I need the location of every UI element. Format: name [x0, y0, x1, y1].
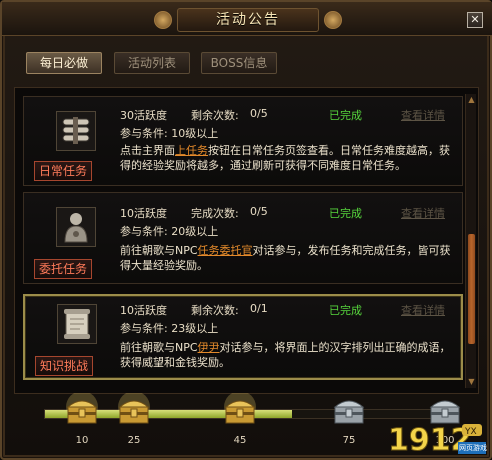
- silver-chest-icon[interactable]: [329, 393, 369, 430]
- task-description: 前往朝歌与NPC伊尹对话参与，将界面上的汉字排列出正确的成语，获得威望和金钱奖励…: [120, 340, 460, 370]
- chest-threshold: 45: [233, 435, 247, 446]
- task-count-label: 剩余次数:: [191, 109, 239, 122]
- desc-text: 点击主界面: [120, 144, 175, 157]
- desc-text: 前往朝歌与NPC: [120, 244, 198, 257]
- scroll-bundle-icon: [56, 111, 96, 151]
- task-condition: 参与条件: 10级以上: [120, 127, 219, 140]
- scroll-icon: [57, 304, 97, 344]
- svg-text:YX: YX: [464, 427, 477, 437]
- task-activity: 10活跃度: [120, 207, 167, 220]
- gold-chest-icon[interactable]: [62, 391, 102, 430]
- armor-bust-icon: [56, 207, 96, 247]
- tab-daily[interactable]: 每日必做: [26, 52, 102, 74]
- task-category: 委托任务: [34, 259, 92, 279]
- task-category: 日常任务: [34, 161, 92, 181]
- site-watermark: 1912 YX 网页游戏: [386, 420, 488, 459]
- chest-threshold: 75: [342, 435, 356, 446]
- title-bar: 活动公告 ✕: [2, 2, 492, 36]
- chest-threshold: 25: [127, 435, 141, 446]
- scrollbar[interactable]: ▲ ▼: [465, 94, 476, 388]
- task-status: 已完成: [329, 109, 362, 122]
- task-description: 前往朝歌与NPC任务委托官对话参与，发布任务和完成任务，皆可获得大量经验奖励。: [120, 243, 460, 273]
- task-count-label: 完成次数:: [191, 207, 239, 220]
- desc-text: 前往朝歌与NPC: [120, 341, 198, 354]
- task-count-value: 0/5: [250, 205, 268, 218]
- chest-threshold: 10: [75, 435, 89, 446]
- view-details-link[interactable]: 查看详情: [401, 107, 445, 123]
- task-condition: 参与条件: 20级以上: [120, 225, 219, 238]
- task-card-daily[interactable]: 日常任务 30活跃度 剩余次数: 0/5 已完成 查看详情 参与条件: 10级以…: [23, 96, 463, 186]
- task-count-value: 0/1: [250, 302, 268, 315]
- gold-chest-icon[interactable]: [220, 391, 260, 430]
- tab-activity-list[interactable]: 活动列表: [114, 52, 190, 74]
- task-count-label: 剩余次数:: [191, 304, 239, 317]
- tab-boss-info[interactable]: BOSS信息: [201, 52, 277, 74]
- scroll-down-icon[interactable]: ▼: [467, 377, 476, 386]
- task-category: 知识挑战: [35, 356, 93, 376]
- gold-chest-icon[interactable]: [114, 391, 154, 430]
- task-status: 已完成: [329, 304, 362, 317]
- task-condition: 参与条件: 23级以上: [120, 322, 219, 335]
- view-details-link[interactable]: 查看详情: [401, 205, 445, 221]
- watermark-sub: 网页游戏: [459, 444, 487, 452]
- task-activity: 30活跃度: [120, 109, 167, 122]
- task-description: 点击主界面上任务按钮在日常任务页签查看。日常任务难度越高，获得的经验奖励将越多，…: [120, 143, 460, 173]
- ornament-icon: [324, 11, 342, 29]
- task-count-value: 0/5: [250, 107, 268, 120]
- activity-window: 活动公告 ✕ 每日必做 活动列表 BOSS信息 日常任务 30活跃度 剩余次数:…: [0, 0, 492, 460]
- task-link[interactable]: 上任务: [175, 144, 208, 157]
- task-card-knowledge[interactable]: 知识挑战 10活跃度 剩余次数: 0/1 已完成 查看详情 参与条件: 23级以…: [23, 294, 463, 380]
- ornament-icon: [154, 11, 172, 29]
- task-activity: 10活跃度: [120, 304, 167, 317]
- close-button[interactable]: ✕: [467, 12, 483, 28]
- scroll-thumb[interactable]: [468, 234, 475, 344]
- task-link[interactable]: 伊尹: [198, 341, 220, 354]
- window-title: 活动公告: [177, 8, 319, 32]
- task-card-commission[interactable]: 委托任务 10活跃度 完成次数: 0/5 已完成 查看详情 参与条件: 20级以…: [23, 192, 463, 284]
- scroll-up-icon[interactable]: ▲: [467, 95, 476, 104]
- view-details-link[interactable]: 查看详情: [401, 302, 445, 318]
- task-link[interactable]: 任务委托官: [198, 244, 253, 257]
- task-status: 已完成: [329, 207, 362, 220]
